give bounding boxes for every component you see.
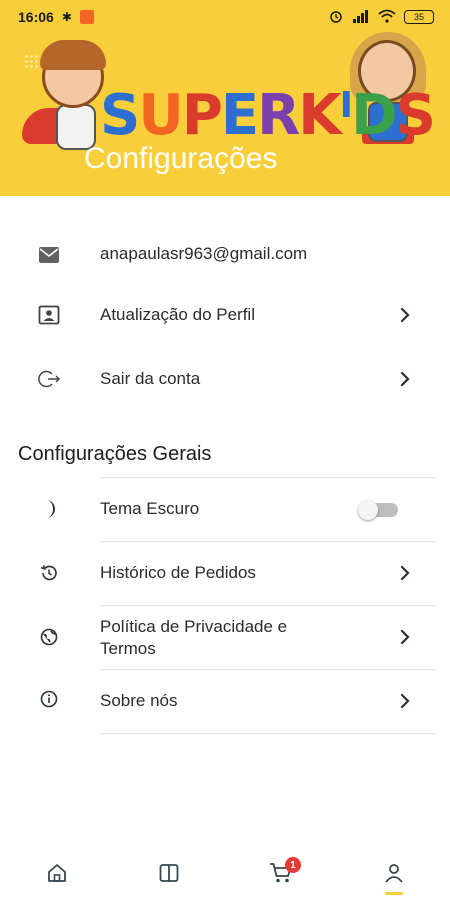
- header-banner: 16:06 ✱ 35 SUPERKIDS Configurações: [0, 0, 450, 196]
- decoration-dots: [24, 54, 40, 70]
- logo-letter: P: [181, 83, 223, 148]
- privacy-row[interactable]: Política de Privacidade e Termos: [0, 614, 450, 662]
- mail-icon: [36, 242, 62, 268]
- about-label: Sobre nós: [100, 691, 178, 710]
- logo-letter: I: [339, 85, 353, 126]
- logo-letter: R: [257, 83, 300, 148]
- bluetooth-icon: ✱: [61, 10, 72, 24]
- battery-icon: 35: [404, 10, 434, 24]
- chevron-right-icon: [396, 692, 414, 710]
- chevron-right-icon: [396, 564, 414, 582]
- notification-icon: [79, 10, 94, 24]
- logo-letter: S: [100, 83, 140, 148]
- toggle-knob: [358, 500, 378, 520]
- divider: [100, 605, 436, 606]
- logo-letter: U: [138, 83, 184, 148]
- catalog-icon[interactable]: [156, 860, 182, 886]
- email-row: anapaulasr963@gmail.com: [0, 240, 450, 268]
- dark-theme-label: Tema Escuro: [100, 499, 200, 518]
- email-text: anapaulasr963@gmail.com: [100, 244, 308, 263]
- dark-theme-toggle[interactable]: [358, 500, 400, 520]
- about-row[interactable]: Sobre nós: [0, 686, 450, 716]
- cart-count-badge: 1: [285, 857, 301, 873]
- privacy-label-line1: Política de Privacidade e: [100, 617, 288, 636]
- logo-letter: S: [395, 83, 436, 148]
- general-settings-title: Configurações Gerais: [18, 443, 212, 465]
- alarm-icon: [328, 8, 344, 27]
- logout-row[interactable]: Sair da conta: [0, 364, 450, 394]
- divider: [100, 669, 436, 670]
- superkids-logo: SUPERKIDS: [100, 83, 436, 148]
- divider: [100, 477, 436, 478]
- active-tab-indicator: [385, 892, 403, 895]
- page-title: Configurações: [84, 142, 278, 175]
- logout-icon: [36, 366, 62, 392]
- chevron-right-icon: [396, 370, 414, 388]
- status-time: 16:06: [18, 9, 54, 25]
- signal-icon: [352, 9, 370, 26]
- divider: [100, 733, 436, 734]
- profile-update-row[interactable]: Atualização do Perfil: [0, 300, 450, 330]
- profile-icon[interactable]: [381, 860, 407, 886]
- order-history-row[interactable]: Histórico de Pedidos: [0, 558, 450, 588]
- logo-letter: E: [220, 83, 259, 148]
- history-icon: [36, 560, 62, 586]
- logout-label: Sair da conta: [100, 369, 201, 388]
- boy-hair-illustration: [40, 40, 106, 70]
- order-history-label: Histórico de Pedidos: [100, 563, 256, 582]
- wifi-icon: [378, 9, 396, 26]
- home-icon[interactable]: [44, 860, 70, 886]
- globe-icon: [36, 624, 62, 650]
- moon-icon: [36, 496, 62, 522]
- privacy-label-line2: Termos: [100, 639, 156, 658]
- status-bar: 16:06 ✱ 35: [0, 0, 450, 34]
- divider: [100, 541, 436, 542]
- logo-letter: D: [351, 83, 398, 148]
- bottom-navigation: [0, 846, 450, 900]
- chevron-right-icon: [396, 628, 414, 646]
- profile-update-label: Atualização do Perfil: [100, 305, 255, 324]
- profile-card-icon: [36, 302, 62, 328]
- chevron-right-icon: [396, 306, 414, 324]
- info-icon: [36, 686, 62, 712]
- logo-letter: K: [298, 83, 341, 148]
